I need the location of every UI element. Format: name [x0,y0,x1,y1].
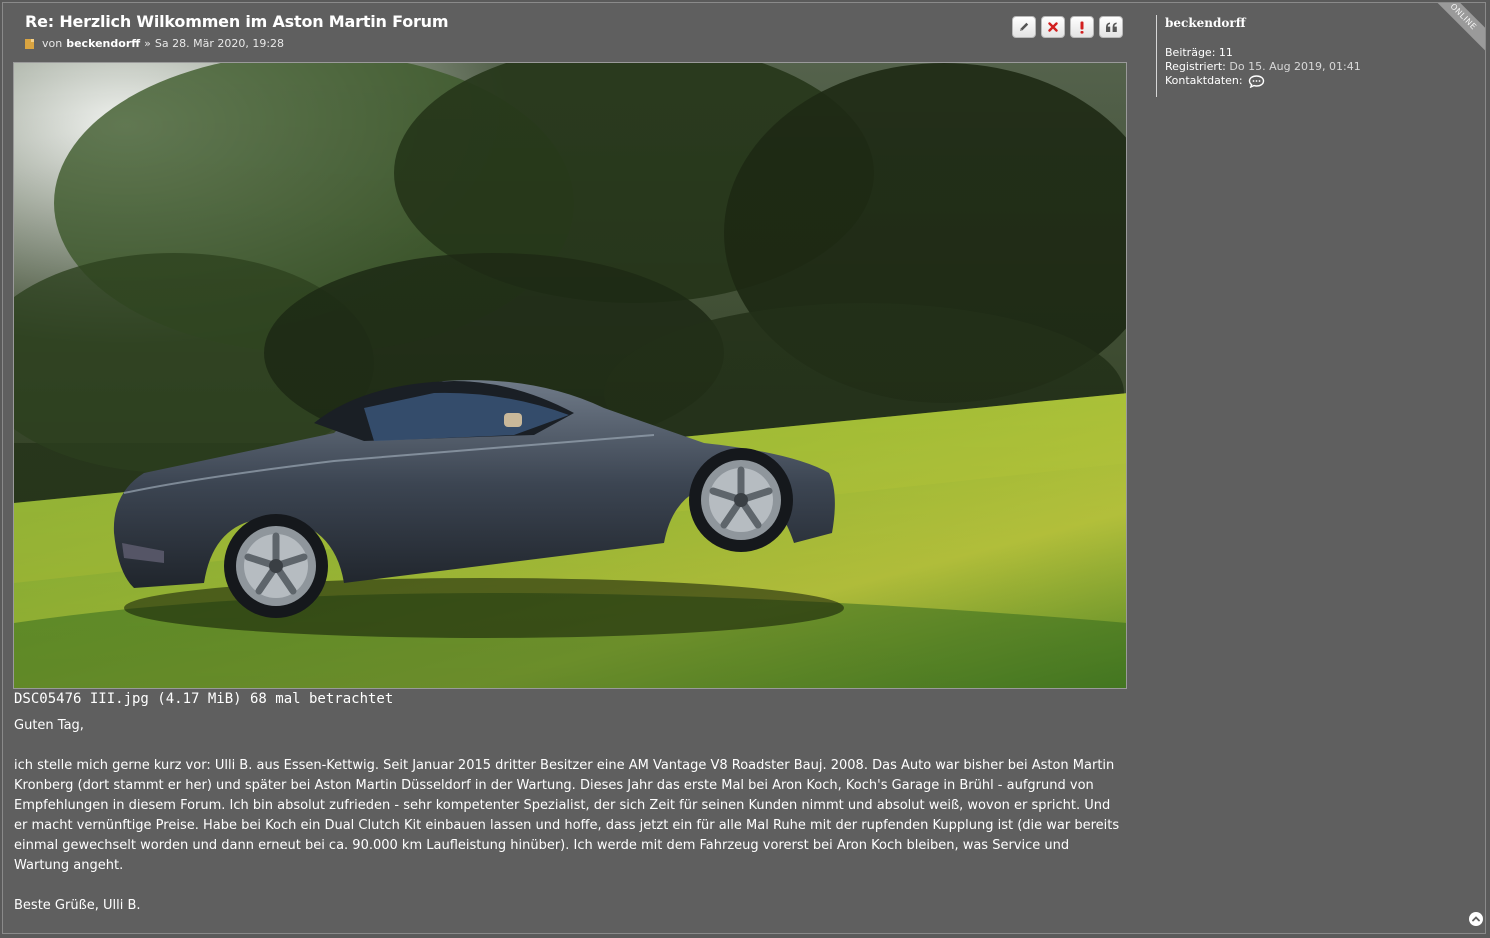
online-status-badge: ONLINE [1421,3,1485,59]
profile-username[interactable]: beckendorff [1165,16,1361,30]
post-date: Sa 28. Mär 2020, 19:28 [154,37,285,50]
attachment-file-info: DSC05476 III.jpg (4.17 MiB) 68 mal betra… [14,691,394,707]
profile-posts-label: Beiträge: [1165,46,1216,59]
post-actions [1012,16,1123,38]
profile-registered: Registriert: Do 15. Aug 2019, 01:41 [1165,60,1361,74]
forum-post: Re: Herzlich Wilkommen im Aston Martin F… [2,2,1486,934]
edit-button[interactable] [1012,16,1036,38]
exclamation-icon [1080,21,1084,34]
post-link-icon[interactable] [25,38,34,49]
meta-separator: » [144,37,151,50]
profile-registered-label: Registriert: [1165,60,1226,73]
profile-registered-value: Do 15. Aug 2019, 01:41 [1229,60,1361,73]
post-author-link[interactable]: beckendorff [66,37,140,50]
arrow-up-icon [1472,916,1480,922]
post-body: Guten Tag, ich stelle mich gerne kurz vo… [14,716,1126,916]
chat-bubble-icon[interactable] [1248,74,1265,88]
meta-prefix: von [42,37,63,50]
post-greeting: Guten Tag, [14,718,84,733]
profile-posts-value[interactable]: 11 [1219,46,1233,59]
post-closing: Beste Grüße, Ulli B. [14,898,141,913]
post-paragraph: ich stelle mich gerne kurz vor: Ulli B. … [14,758,1120,873]
attachment-image[interactable] [13,62,1127,689]
delete-button[interactable] [1041,16,1065,38]
car-photo [14,63,1126,688]
report-button[interactable] [1070,16,1094,38]
post-meta: von beckendorff » Sa 28. Mär 2020, 19:28 [25,37,284,50]
author-profile: beckendorff Beiträge: 11 Registriert: Do… [1156,15,1361,97]
profile-posts: Beiträge: 11 [1165,46,1361,60]
profile-contact-label: Kontaktdaten: [1165,74,1243,87]
x-icon [1048,22,1058,32]
back-to-top-button[interactable] [1469,912,1483,926]
quote-icon [1105,22,1117,32]
pencil-icon [1020,22,1029,31]
post-title[interactable]: Re: Herzlich Wilkommen im Aston Martin F… [25,12,449,31]
quote-button[interactable] [1099,16,1123,38]
profile-contact: Kontaktdaten: [1165,74,1361,88]
